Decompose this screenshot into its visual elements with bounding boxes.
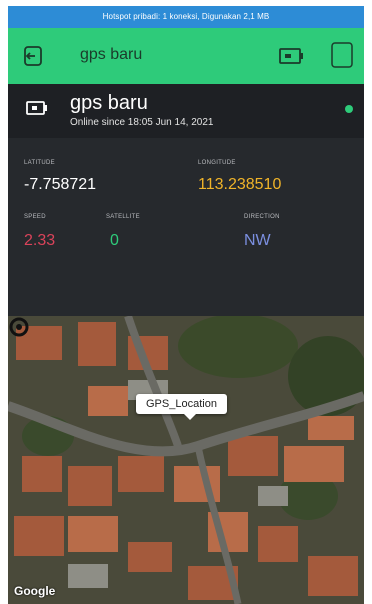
satellite-value: 0: [110, 232, 119, 249]
longitude-label: LONGITUDE: [198, 160, 236, 166]
direction-label: DIRECTION: [244, 214, 280, 220]
satellite-label: SATELLITE: [106, 214, 140, 220]
latitude-value: -7.758721: [24, 176, 97, 193]
direction-value: NW: [244, 232, 271, 249]
longitude-value: 113.238510: [198, 176, 282, 193]
online-indicator: [345, 105, 353, 113]
widget-panel: LATITUDE -7.758721 LONGITUDE 113.238510 …: [8, 138, 364, 316]
latitude-label: LATITUDE: [24, 160, 55, 166]
device-icon[interactable]: [278, 45, 304, 67]
app-bar: gps baru: [8, 28, 364, 84]
app-title: gps baru: [80, 46, 143, 63]
device-name: gps baru: [70, 92, 148, 114]
google-attribution: Google: [14, 584, 56, 598]
speed-label: SPEED: [24, 214, 46, 220]
edit-square-icon[interactable]: [330, 41, 354, 69]
system-status-bar: Hotspot pribadi: 1 koneksi, Digunakan 2,…: [8, 6, 364, 28]
phone-screen: Hotspot pribadi: 1 koneksi, Digunakan 2,…: [8, 6, 364, 604]
location-marker-icon[interactable]: [8, 316, 30, 338]
satellite-imagery: [8, 316, 364, 604]
speed-value: 2.33: [24, 232, 56, 249]
back-icon[interactable]: [22, 44, 46, 68]
device-icon: [26, 101, 47, 115]
device-header: gps baru Online since 18:05 Jun 14, 2021: [8, 84, 364, 138]
map-view[interactable]: GPS_Location Google: [8, 316, 364, 604]
device-status: Online since 18:05 Jun 14, 2021: [70, 117, 214, 128]
marker-label: GPS_Location: [136, 394, 227, 420]
